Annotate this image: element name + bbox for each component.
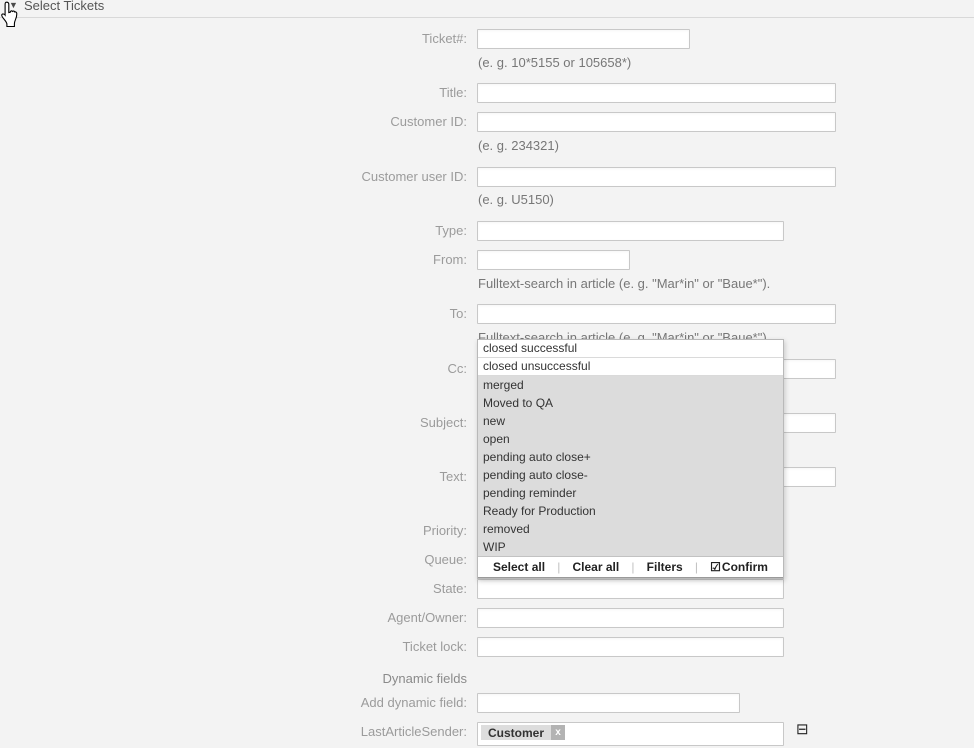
add-dynamic-field-label: Add dynamic field:: [0, 693, 467, 713]
form-row-add-dynamic-field: Add dynamic field:: [0, 693, 974, 715]
widget-header: ▼ Select Tickets: [0, 0, 974, 18]
form-row-ticket-number: Ticket#:: [0, 29, 974, 51]
dropdown-item-pending-auto-close-plus[interactable]: pending auto close+: [478, 448, 783, 466]
confirm-label: Confirm: [722, 560, 768, 574]
customer-user-id-hint: (e. g. U5150): [478, 192, 554, 207]
dropdown-item-open[interactable]: open: [478, 430, 783, 448]
to-label: To:: [0, 304, 467, 324]
dropdown-item-closed-unsuccessful[interactable]: closed unsuccessful: [478, 358, 783, 376]
ticket-number-input[interactable]: [477, 29, 690, 49]
dropdown-item-ready-for-production[interactable]: Ready for Production: [478, 502, 783, 520]
select-all-button[interactable]: Select all: [493, 560, 545, 574]
customer-user-id-label: Customer user ID:: [0, 167, 467, 187]
form-row-from: From:: [0, 250, 974, 272]
dropdown-item-pending-reminder[interactable]: pending reminder: [478, 484, 783, 502]
customer-id-label: Customer ID:: [0, 112, 467, 132]
add-dynamic-field-input[interactable]: [477, 693, 740, 713]
ticket-number-label: Ticket#:: [0, 29, 467, 49]
remove-field-button[interactable]: ⊟: [796, 723, 809, 737]
last-article-sender-label: LastArticleSender:: [0, 722, 467, 742]
customer-id-input[interactable]: [477, 112, 836, 132]
title-input[interactable]: [477, 83, 836, 103]
confirm-button[interactable]: ☑Confirm: [710, 560, 768, 574]
dropdown-item-new[interactable]: new: [478, 412, 783, 430]
form-row-title: Title:: [0, 83, 974, 105]
filters-button[interactable]: Filters: [647, 560, 683, 574]
dropdown-item-removed[interactable]: removed: [478, 520, 783, 538]
state-input[interactable]: [477, 579, 784, 599]
page-title: Select Tickets: [24, 0, 104, 13]
clear-all-button[interactable]: Clear all: [573, 560, 620, 574]
customer-user-id-input[interactable]: [477, 167, 836, 187]
form-row-dynamic-fields: Dynamic fields: [0, 669, 974, 691]
text-label: Text:: [0, 467, 467, 487]
last-article-sender-field[interactable]: Customer x: [477, 722, 784, 746]
form-row-type: Type:: [0, 221, 974, 243]
dropdown-item-moved-to-qa[interactable]: Moved to QA: [478, 394, 783, 412]
title-label: Title:: [0, 83, 467, 103]
separator: |: [695, 560, 698, 574]
subject-label: Subject:: [0, 413, 467, 433]
mouse-cursor-icon: [0, 1, 19, 33]
dropdown-item-merged[interactable]: merged: [478, 376, 783, 394]
from-hint: Fulltext-search in article (e. g. "Mar*i…: [478, 276, 770, 291]
form-row-customer-user-id: Customer user ID:: [0, 167, 974, 189]
tag-remove-button[interactable]: x: [551, 725, 565, 740]
type-label: Type:: [0, 221, 467, 241]
ticket-number-hint: (e. g. 10*5155 or 105658*): [478, 55, 631, 70]
dropdown-action-bar: Select all | Clear all | Filters | ☑Conf…: [478, 556, 783, 578]
priority-label: Priority:: [0, 521, 467, 541]
ticket-lock-label: Ticket lock:: [0, 637, 467, 657]
form-row-ticket-lock: Ticket lock:: [0, 637, 974, 659]
form-row-customer-id: Customer ID:: [0, 112, 974, 134]
form-row-to: To:: [0, 304, 974, 326]
state-dropdown-list: closed successful closed unsuccessful me…: [477, 339, 784, 579]
dynamic-fields-heading: Dynamic fields: [0, 669, 467, 689]
tag-label: Customer: [488, 726, 544, 740]
selected-value-tag: Customer x: [481, 725, 565, 740]
dropdown-item-pending-auto-close-minus[interactable]: pending auto close-: [478, 466, 783, 484]
cc-label: Cc:: [0, 359, 467, 379]
from-label: From:: [0, 250, 467, 270]
agent-owner-label: Agent/Owner:: [0, 608, 467, 628]
form-row-state: State:: [0, 579, 974, 601]
form-row-agent-owner: Agent/Owner:: [0, 608, 974, 630]
to-input[interactable]: [477, 304, 836, 324]
queue-label: Queue:: [0, 550, 467, 570]
from-input[interactable]: [477, 250, 630, 270]
customer-id-hint: (e. g. 234321): [478, 138, 559, 153]
agent-owner-input[interactable]: [477, 608, 784, 628]
form-row-last-article-sender: LastArticleSender: Customer x ⊟: [0, 722, 974, 748]
type-input[interactable]: [477, 221, 784, 241]
separator: |: [557, 560, 560, 574]
dropdown-item-closed-successful[interactable]: closed successful: [478, 340, 783, 358]
ticket-lock-input[interactable]: [477, 637, 784, 657]
dropdown-item-wip[interactable]: WIP: [478, 538, 783, 556]
state-label: State:: [0, 579, 467, 599]
checkbox-checked-icon: ☑: [710, 560, 721, 574]
separator: |: [631, 560, 634, 574]
